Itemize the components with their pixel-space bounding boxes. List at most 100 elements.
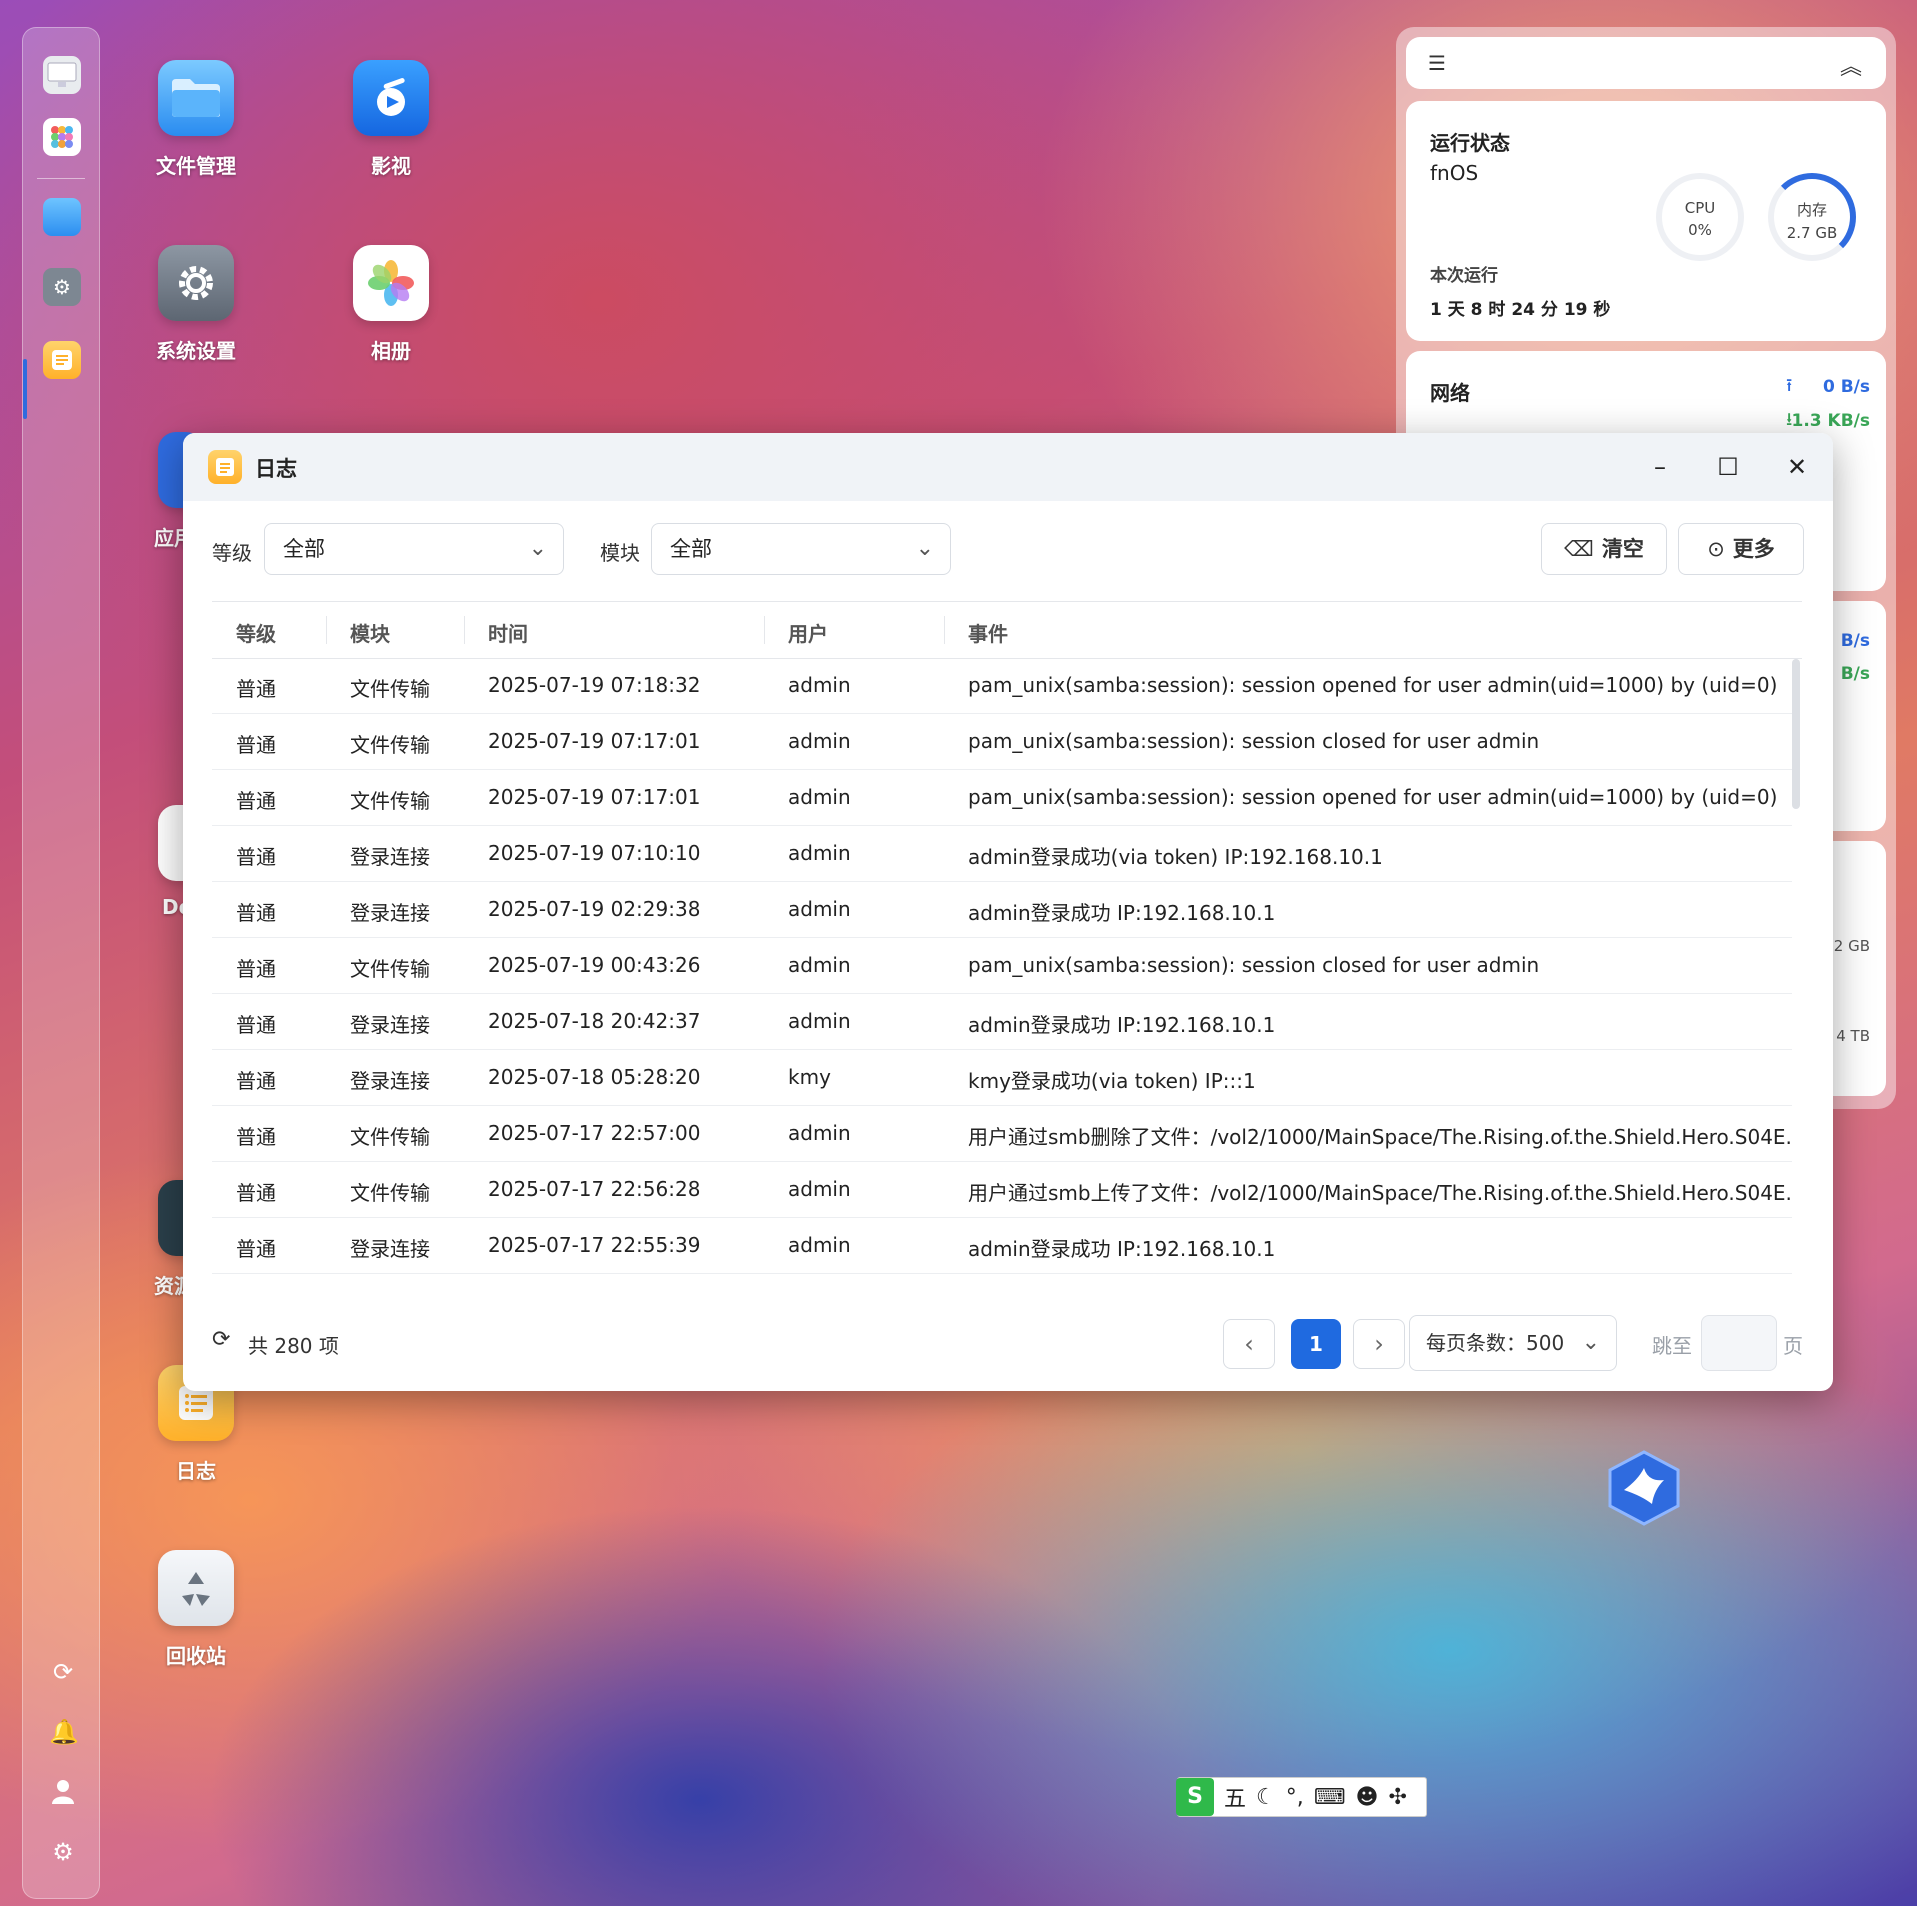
per-page-value: 每页条数：500	[1426, 1331, 1565, 1355]
recycle-icon	[158, 1550, 234, 1626]
refresh-icon[interactable]: ⟳	[212, 1327, 230, 1352]
more-button-label: 更多	[1732, 537, 1775, 561]
cell-user: admin	[788, 953, 851, 977]
header-level[interactable]: 等级	[236, 618, 276, 647]
table-row[interactable]: 普通 文件传输 2025-07-17 22:56:28 admin 用户通过smb上传了…	[212, 1162, 1792, 1218]
header-time[interactable]: 时间	[488, 618, 528, 647]
minimize-button[interactable]: –	[1644, 451, 1676, 483]
memory-label: 内存	[1796, 201, 1827, 219]
memory-value: 2.7 GB	[1786, 224, 1838, 242]
level-filter-value: 全部	[283, 537, 325, 561]
disk-write-speed: B/s	[1840, 664, 1870, 684]
table-scrollbar[interactable]	[1792, 659, 1800, 809]
cell-time: 2025-07-18 05:28:20	[488, 1065, 701, 1089]
cell-user: admin	[788, 1009, 851, 1033]
cell-level: 普通	[236, 733, 276, 757]
cell-module: 文件传输	[350, 1181, 430, 1205]
window-title: 日志	[255, 457, 297, 481]
user-icon[interactable]: ☻	[1356, 1785, 1379, 1810]
gear-icon[interactable]: ⚙	[43, 268, 81, 306]
ime-toolbar[interactable]: S 五 ☾ °, ⌨ ☻ ✣	[1176, 1777, 1427, 1817]
settings-gear-icon[interactable]: ⚙	[49, 1838, 77, 1866]
app-grid-icon[interactable]	[43, 118, 81, 156]
log-window: 日志 – ☐ ✕ 等级 全部 ⌄ 模块 全部 ⌄ ⌫ 清空 ⊙ 更多 等级 模块 时…	[183, 433, 1833, 1391]
bell-icon[interactable]: 🔔	[49, 1718, 79, 1746]
cell-event: admin登录成功 IP:192.168.10.1	[968, 901, 1276, 925]
more-button[interactable]: ⊙ 更多	[1678, 523, 1804, 575]
moon-icon[interactable]: ☾	[1256, 1785, 1276, 1810]
table-row[interactable]: 普通 登录连接 2025-07-18 05:28:20 kmy kmy登录成功(via …	[212, 1050, 1792, 1106]
cell-user: admin	[788, 897, 851, 921]
assistant-bird-icon[interactable]	[1608, 1450, 1680, 1526]
keyboard-icon[interactable]: ⌨	[1314, 1785, 1346, 1810]
table-row[interactable]: 普通 文件传输 2025-07-19 07:17:01 admin pam_unix(s…	[212, 714, 1792, 770]
monitor-icon[interactable]	[43, 56, 81, 94]
table-row[interactable]: 普通 登录连接 2025-07-19 02:29:38 admin admin登录成功 …	[212, 882, 1792, 938]
jump-to-label: 跳至	[1652, 1334, 1692, 1358]
header-divider	[764, 616, 765, 644]
table-header: 等级 模块 时间 用户 事件	[212, 601, 1802, 659]
cell-time: 2025-07-19 07:17:01	[488, 785, 701, 809]
table-row[interactable]: 普通 登录连接 2025-07-18 20:42:37 admin admin登录成功 …	[212, 994, 1792, 1050]
header-event[interactable]: 事件	[968, 618, 1008, 647]
sync-icon[interactable]: ⟳	[49, 1658, 77, 1686]
desktop-icon-recycle[interactable]: 回收站	[136, 1550, 256, 1669]
cell-user: admin	[788, 729, 851, 753]
folder-icon[interactable]	[43, 198, 81, 236]
window-titlebar[interactable]: 日志 – ☐ ✕	[183, 433, 1833, 501]
cell-module: 登录连接	[350, 901, 430, 925]
close-button[interactable]: ✕	[1781, 451, 1813, 483]
log-icon[interactable]	[43, 341, 81, 379]
total-count: 共 280 项	[248, 1334, 339, 1358]
cell-user: system	[788, 1289, 928, 1291]
desktop-icon-video[interactable]: 影视	[331, 60, 451, 179]
punctuation-icon[interactable]: °,	[1286, 1785, 1304, 1810]
cell-level: 普通	[236, 1013, 276, 1037]
cell-level: 普通	[236, 957, 276, 981]
cell-module: 文件传输	[350, 677, 430, 701]
table-row[interactable]: 普通 登录连接 2025-07-17 22:55:39 admin admin登录成功 …	[212, 1218, 1792, 1274]
cell-event: pam_unix(samba:session): session opened …	[968, 785, 1778, 809]
cell-module: 文件传输	[350, 957, 430, 981]
next-page-button[interactable]: ›	[1353, 1319, 1405, 1369]
user-icon[interactable]	[49, 1778, 77, 1806]
module-filter-select[interactable]: 全部 ⌄	[651, 523, 951, 575]
desktop-icon-files[interactable]: 文件管理	[136, 60, 256, 179]
header-user[interactable]: 用户	[788, 618, 828, 647]
clear-button[interactable]: ⌫ 清空	[1541, 523, 1667, 575]
table-row[interactable]: 普通 文件传输 2025-07-19 07:17:01 admin pam_unix(s…	[212, 770, 1792, 826]
cell-event: admin登录成功 IP:192.168.10.1	[968, 1013, 1276, 1037]
table-row[interactable]: 普通 登录连接 2025-07-19 07:10:10 admin admin登录成功(…	[212, 826, 1792, 882]
grid-icon[interactable]: ✣	[1388, 1785, 1406, 1810]
cell-time: 2025-07-18 20:42:37	[488, 1009, 701, 1033]
widget-header: ☰ ︽	[1406, 37, 1886, 89]
widget-settings-icon[interactable]: ☰	[1428, 51, 1446, 75]
maximize-button[interactable]: ☐	[1712, 451, 1744, 483]
level-filter-select[interactable]: 全部 ⌄	[264, 523, 564, 575]
collapse-icon[interactable]: ︽	[1840, 49, 1862, 81]
photos-icon	[353, 245, 429, 321]
cell-user: admin	[788, 1233, 851, 1257]
table-row[interactable]: 普通 文件传输 2025-07-19 07:18:32 admin pam_unix(s…	[212, 658, 1792, 714]
memory-ring: 内存 2.7 GB	[1768, 173, 1856, 261]
cpu-ring: CPU 0%	[1656, 173, 1744, 261]
ime-mode[interactable]: 五	[1224, 1781, 1246, 1813]
current-page-button[interactable]: 1	[1291, 1319, 1341, 1369]
cell-level: 普通	[236, 1237, 276, 1261]
download-speed: 1.3 KB/s	[1791, 411, 1871, 431]
cell-user: admin	[788, 841, 851, 865]
header-divider	[326, 616, 327, 644]
table-row[interactable]: 普通 文件传输 2025-07-17 22:57:00 admin 用户通过smb删除了…	[212, 1106, 1792, 1162]
desktop-icon-photos[interactable]: 相册	[331, 245, 451, 364]
table-row[interactable]: 普通 系统 2025-07-17 22:55:39 system 应用 相册 自动启动成…	[212, 1274, 1792, 1291]
header-module[interactable]: 模块	[350, 618, 390, 647]
desktop-icon-settings[interactable]: 系统设置	[136, 245, 256, 364]
cell-level: 普通	[236, 901, 276, 925]
per-page-select[interactable]: 每页条数：500 ⌄	[1409, 1315, 1617, 1371]
prev-page-button[interactable]: ‹	[1223, 1319, 1275, 1369]
cell-time: 2025-07-19 07:17:01	[488, 729, 701, 753]
cell-time: 2025-07-17 22:55:39	[488, 1289, 728, 1291]
table-row[interactable]: 普通 文件传输 2025-07-19 00:43:26 admin pam_unix(s…	[212, 938, 1792, 994]
cell-level: 普通	[236, 677, 276, 701]
jump-page-input[interactable]	[1701, 1315, 1777, 1371]
